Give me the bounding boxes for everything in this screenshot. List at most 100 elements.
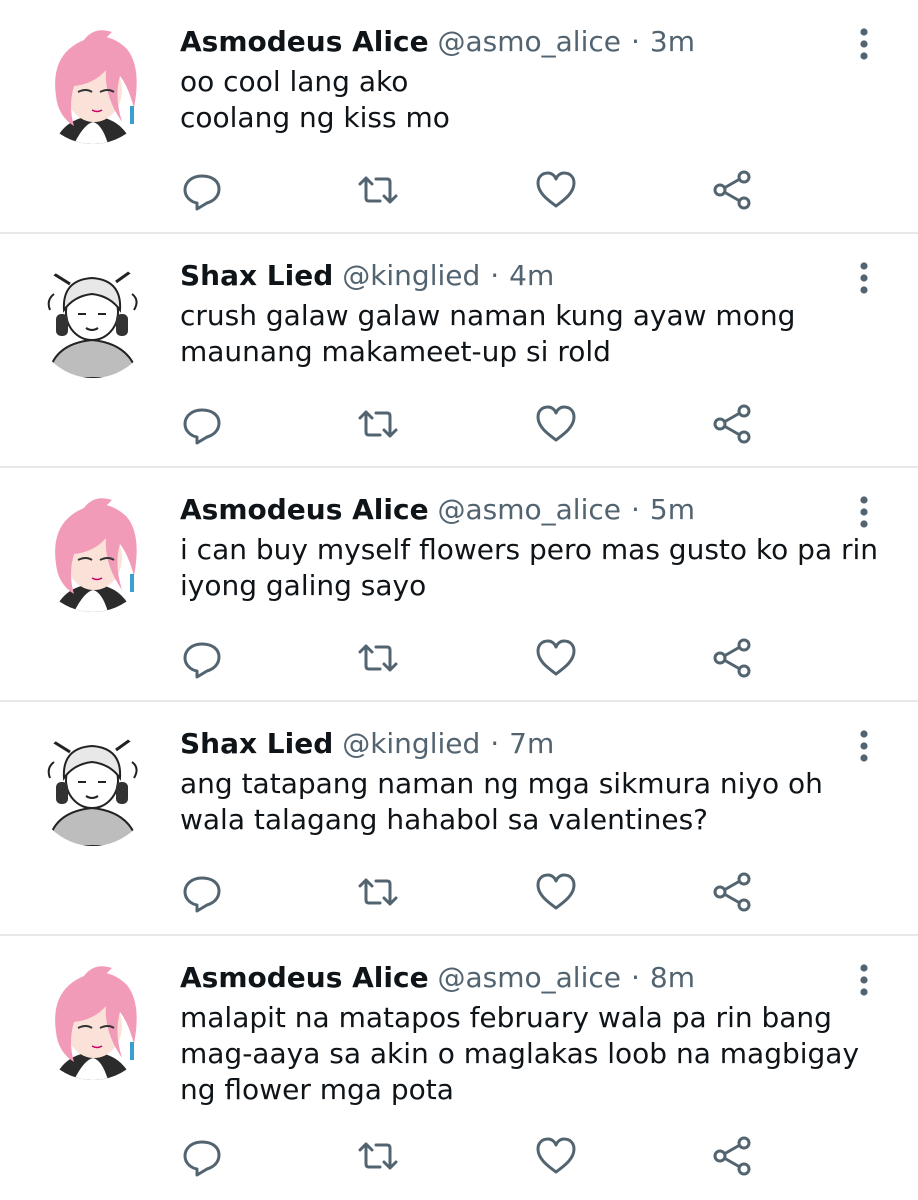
retweet-icon	[358, 644, 398, 672]
more-options-button[interactable]	[846, 960, 882, 1000]
tweet-header: Asmodeus Alice @asmo_alice · 8m	[180, 958, 695, 998]
like-icon	[536, 405, 576, 442]
tweet[interactable]: Shax Lied @kinglied · 4m crush galaw galaw…	[0, 234, 918, 468]
avatar[interactable]	[34, 494, 152, 612]
like-icon	[536, 171, 576, 208]
author-handle[interactable]: @kinglied	[342, 259, 480, 292]
tweet-text-line: i can buy myself flowers pero mas gusto …	[180, 533, 879, 566]
tweet-time[interactable]: 8m	[650, 961, 695, 994]
tweet-text-line: oo cool lang ako	[180, 65, 409, 98]
tweet-text-line: crush galaw galaw naman kung ayaw mong	[180, 299, 796, 332]
tweet-time[interactable]: 4m	[509, 259, 554, 292]
tweet-text-line: malapit na matapos february wala pa rin …	[180, 1001, 832, 1034]
tweet-actions	[180, 636, 780, 680]
timeline-feed: Asmodeus Alice @asmo_alice · 3m oo cool la…	[0, 0, 918, 1200]
reply-icon	[183, 1140, 221, 1177]
retweet-button[interactable]	[356, 1134, 400, 1178]
tweet-actions	[180, 870, 780, 914]
tweet-text-line: coolang ng kiss mo	[180, 101, 450, 134]
tweet-header: Asmodeus Alice @asmo_alice · 3m	[180, 22, 695, 62]
like-button[interactable]	[534, 1134, 578, 1178]
reply-icon	[183, 174, 221, 211]
separator-dot: ·	[490, 727, 500, 760]
reply-button[interactable]	[180, 1134, 224, 1178]
tweet-actions	[180, 402, 780, 446]
avatar[interactable]	[34, 962, 152, 1080]
tweet-text-line: ng flower mga pota	[180, 1073, 454, 1106]
tweet[interactable]: Shax Lied @kinglied · 7m ang tatapang nama…	[0, 702, 918, 936]
author-name[interactable]: Shax Lied	[180, 727, 333, 760]
like-button[interactable]	[534, 870, 578, 914]
like-icon	[536, 1137, 576, 1174]
tweet-text: malapit na matapos february wala pa rin …	[180, 1000, 880, 1108]
tweet[interactable]: Asmodeus Alice @asmo_alice · 5m i can buy …	[0, 468, 918, 702]
pink-haired-character-avatar	[34, 962, 152, 1080]
reply-button[interactable]	[180, 870, 224, 914]
separator-dot: ·	[631, 25, 640, 58]
tweet-text: i can buy myself flowers pero mas gusto …	[180, 532, 880, 604]
reply-button[interactable]	[180, 168, 224, 212]
retweet-button[interactable]	[356, 636, 400, 680]
tweet-actions	[180, 168, 780, 212]
tweet-time[interactable]: 7m	[509, 727, 554, 760]
more-options-icon	[860, 730, 868, 762]
share-button[interactable]	[710, 636, 754, 680]
more-options-icon	[860, 28, 868, 60]
share-button[interactable]	[710, 1134, 754, 1178]
tweet-header: Shax Lied @kinglied · 7m	[180, 724, 554, 764]
more-options-button[interactable]	[846, 24, 882, 64]
share-icon	[713, 872, 751, 912]
manga-character-headphones-avatar	[34, 728, 152, 846]
reply-button[interactable]	[180, 402, 224, 446]
retweet-icon	[358, 1142, 398, 1170]
author-handle[interactable]: @asmo_alice	[438, 493, 622, 526]
avatar[interactable]	[34, 728, 152, 846]
tweet-header: Shax Lied @kinglied · 4m	[180, 256, 554, 296]
reply-button[interactable]	[180, 636, 224, 680]
share-button[interactable]	[710, 870, 754, 914]
tweet[interactable]: Asmodeus Alice @asmo_alice · 8m malapit na…	[0, 936, 918, 1200]
author-handle[interactable]: @kinglied	[342, 727, 480, 760]
retweet-button[interactable]	[356, 402, 400, 446]
share-button[interactable]	[710, 168, 754, 212]
tweet[interactable]: Asmodeus Alice @asmo_alice · 3m oo cool la…	[0, 0, 918, 234]
tweet-text: ang tatapang naman ng mga sikmura niyo o…	[180, 766, 880, 838]
share-button[interactable]	[710, 402, 754, 446]
reply-icon	[183, 876, 221, 913]
tweet-text: oo cool lang ako coolang ng kiss mo	[180, 64, 880, 136]
retweet-button[interactable]	[356, 168, 400, 212]
more-options-icon	[860, 496, 868, 528]
retweet-button[interactable]	[356, 870, 400, 914]
reply-icon	[183, 408, 221, 445]
like-icon	[536, 639, 576, 676]
tweet-time[interactable]: 3m	[650, 25, 695, 58]
more-options-button[interactable]	[846, 726, 882, 766]
like-button[interactable]	[534, 636, 578, 680]
tweet-text-line: iyong galing sayo	[180, 569, 427, 602]
tweet-time[interactable]: 5m	[650, 493, 695, 526]
separator-dot: ·	[631, 493, 640, 526]
share-icon	[713, 170, 751, 210]
more-options-button[interactable]	[846, 258, 882, 298]
like-button[interactable]	[534, 168, 578, 212]
author-name[interactable]: Shax Lied	[180, 259, 333, 292]
author-handle[interactable]: @asmo_alice	[438, 25, 622, 58]
author-name[interactable]: Asmodeus Alice	[180, 25, 429, 58]
author-name[interactable]: Asmodeus Alice	[180, 961, 429, 994]
author-name[interactable]: Asmodeus Alice	[180, 493, 429, 526]
reply-icon	[183, 642, 221, 679]
retweet-icon	[358, 878, 398, 906]
like-icon	[536, 873, 576, 910]
like-button[interactable]	[534, 402, 578, 446]
more-options-button[interactable]	[846, 492, 882, 532]
author-handle[interactable]: @asmo_alice	[438, 961, 622, 994]
avatar[interactable]	[34, 26, 152, 144]
tweet-text-line: ang tatapang naman ng mga sikmura niyo o…	[180, 767, 823, 800]
tweet-text-line: wala talagang hahabol sa valentines?	[180, 803, 709, 836]
share-icon	[713, 404, 751, 444]
avatar[interactable]	[34, 260, 152, 378]
tweet-text-line: mag-aaya sa akin o maglakas loob na magb…	[180, 1037, 860, 1070]
manga-character-headphones-avatar	[34, 260, 152, 378]
pink-haired-character-avatar	[34, 494, 152, 612]
more-options-icon	[860, 964, 868, 996]
